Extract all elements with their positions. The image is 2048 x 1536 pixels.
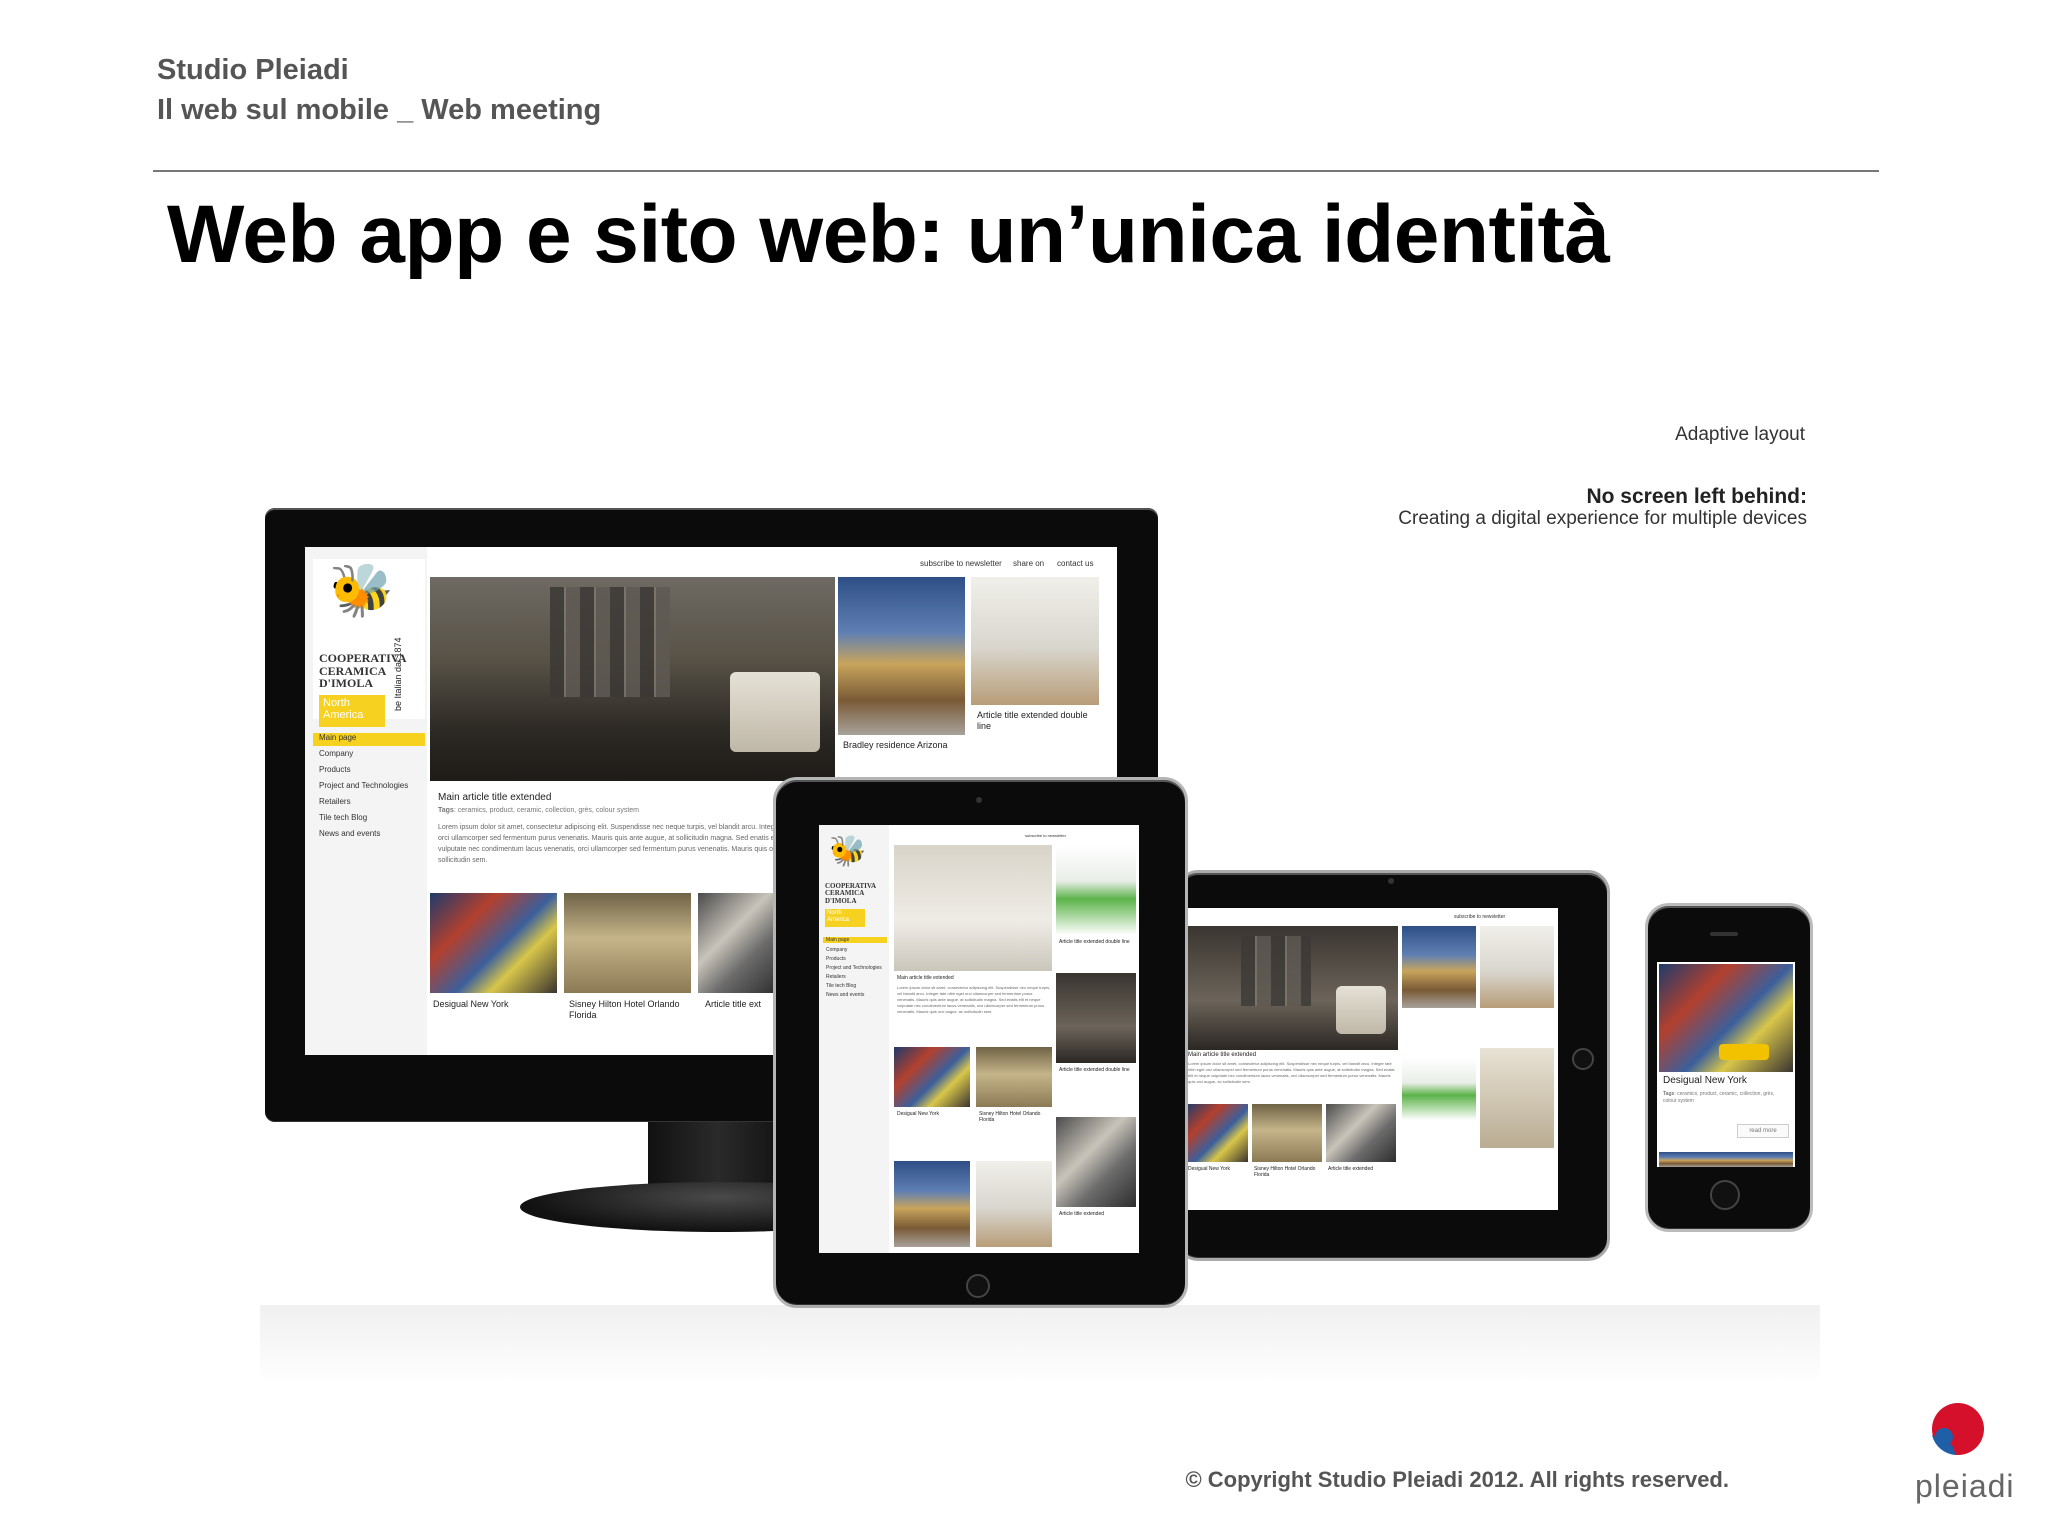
tagline-sub: Creating a digital experience for multip… (1398, 508, 1807, 529)
copyright-notice: © Copyright Studio Pleiadi 2012. All rig… (1185, 1467, 1729, 1492)
bee-icon: 🐝 (329, 562, 394, 620)
tl-city-photo[interactable] (1186, 1104, 1248, 1162)
nav-project-technologies[interactable]: Project and Technologies (319, 781, 408, 790)
kitchen-photo[interactable] (971, 577, 1099, 705)
slide-title: Web app e sito web: un’unica identità (167, 189, 1610, 280)
tablet-portrait-screen: 🐝 COOPERATIVA CERAMICA D'IMOLA North Americ… (819, 825, 1139, 1253)
nav-news-events[interactable]: News and events (319, 829, 380, 838)
tp-article-extended[interactable]: Article title extended (1059, 1211, 1104, 1217)
header-divider (153, 170, 1879, 172)
phone-speaker (1710, 932, 1738, 936)
phone-next-photo[interactable] (1659, 1152, 1793, 1167)
phone-tags: Tags: ceramics, product, ceramic, collec… (1663, 1091, 1775, 1104)
tp-nav-project[interactable]: Project and Technologies (826, 965, 882, 971)
tp-room-photo[interactable] (1056, 973, 1136, 1063)
tiles-caption[interactable]: Article title ext (705, 999, 761, 1009)
main-article-title[interactable]: Main article title extended (438, 792, 551, 803)
tp-main-photo[interactable] (894, 845, 1052, 971)
tiles-photo[interactable] (698, 893, 778, 993)
hilton-photo[interactable] (564, 893, 691, 993)
nav-tile-tech-blog[interactable]: Tile tech Blog (319, 813, 367, 822)
tp-lobby-photo[interactable] (976, 1047, 1052, 1107)
desigual-photo[interactable] (430, 893, 557, 993)
bradley-caption[interactable]: Bradley residence Arizona (843, 740, 963, 751)
tp-nav-retailers[interactable]: Retailers (826, 974, 846, 980)
tl-house-photo[interactable] (1402, 926, 1476, 1008)
bradley-photo[interactable] (838, 577, 965, 735)
nav-main-page[interactable]: Main page (313, 733, 425, 746)
tp-nav-blog[interactable]: Tile tech Blog (826, 983, 856, 989)
tablet-portrait-home-button[interactable] (966, 1274, 990, 1298)
nav-products[interactable]: Products (319, 765, 351, 774)
tp-topbar[interactable]: subscribe to newsletter (1025, 833, 1066, 838)
tl-main-title[interactable]: Main article title extended (1188, 1052, 1256, 1058)
nav-retailers[interactable]: Retailers (319, 797, 351, 806)
tl-beige-photo[interactable] (1480, 1048, 1554, 1148)
main-article-photo[interactable] (430, 577, 835, 781)
main-article-tags: Tags: ceramics, product, ceramic, collec… (438, 807, 640, 814)
tp-tiles-photo[interactable] (1056, 1117, 1136, 1207)
tl-kitchen-photo[interactable] (1480, 926, 1554, 1008)
phone-home-button[interactable] (1710, 1180, 1740, 1210)
tp-lorem: Lorem ipsum dolor sit amet, consectetur … (897, 985, 1051, 1014)
tablet-landscape-screen: subscribe to newsletter Main article tit… (1186, 908, 1558, 1210)
tp-kitchen-photo[interactable] (976, 1161, 1052, 1247)
topbar-newsletter-link[interactable]: subscribe to newsletter (920, 559, 1002, 568)
phone-desigual-caption[interactable]: Desigual New York (1663, 1075, 1747, 1086)
tagline-headline: No screen left behind: (1586, 485, 1807, 508)
tp-sidebar: 🐝 COOPERATIVA CERAMICA D'IMOLA North Americ… (819, 825, 889, 1253)
kitchen-caption[interactable]: Article title extended double line (977, 710, 1097, 732)
tl-main-photo[interactable] (1186, 926, 1398, 1050)
adaptive-layout-label: Adaptive layout (1675, 424, 1805, 445)
topbar-share-link[interactable]: share on (1013, 559, 1044, 568)
tp-article-double-2[interactable]: Article title extended double line (1059, 1067, 1135, 1073)
tp-nav-company[interactable]: Company (826, 947, 847, 953)
tp-nav-news[interactable]: News and events (826, 992, 864, 998)
tl-lobby-photo[interactable] (1252, 1104, 1322, 1162)
tp-nav-main-page[interactable]: Main page (823, 937, 887, 943)
tp-house-photo[interactable] (894, 1161, 970, 1247)
tl-topbar[interactable]: subscribe to newsletter (1454, 914, 1505, 920)
tl-tiles-photo[interactable] (1326, 1104, 1396, 1162)
pleiadi-logo-text: pleiadi (1915, 1468, 2015, 1504)
floor-reflection (260, 1305, 1820, 1385)
tp-hilton-caption[interactable]: Sisney Hilton Hotel Orlando Florida (979, 1111, 1049, 1123)
tl-hilton-caption[interactable]: Sisney Hilton Hotel Orlando Florida (1254, 1166, 1320, 1178)
tl-lorem: Lorem ipsum dolor sit amet, consectetur … (1188, 1061, 1395, 1084)
tp-bee-icon: 🐝 (829, 835, 867, 868)
vertical-tag: be Italian dal 1874 (393, 637, 403, 711)
hilton-caption[interactable]: Sisney Hilton Hotel Orlando Florida (569, 999, 689, 1021)
phone-screen: Desigual New York Tags: ceramics, produc… (1657, 962, 1795, 1167)
topbar-contact-link[interactable]: contact us (1057, 559, 1093, 568)
tp-article-double[interactable]: Article title extended double line (1059, 939, 1135, 945)
tl-article-caption[interactable]: Article title extended (1328, 1166, 1373, 1172)
tp-region-badge[interactable]: North America (825, 909, 865, 927)
tablet-portrait-camera (976, 797, 982, 803)
tl-desigual-caption[interactable]: Desigual New York (1188, 1166, 1230, 1172)
desigual-caption[interactable]: Desigual New York (433, 999, 509, 1009)
phone-city-photo[interactable] (1659, 964, 1793, 1072)
studio-name: Studio Pleiadi (157, 54, 349, 86)
site-sidebar: 🐝 COOPERATIVA CERAMICA D'IMOLA be Italia… (305, 547, 427, 1055)
tablet-landscape-home-button[interactable] (1572, 1048, 1594, 1070)
presentation-subtitle: Il web sul mobile _ Web meeting (157, 94, 602, 126)
nav-company[interactable]: Company (319, 749, 353, 758)
tl-green-photo[interactable] (1402, 1058, 1476, 1120)
site-logo-box: 🐝 COOPERATIVA CERAMICA D'IMOLA be Italia… (313, 559, 425, 727)
tp-city-photo[interactable] (894, 1047, 970, 1107)
phone-read-more-button[interactable]: read more (1737, 1124, 1789, 1138)
tp-main-title[interactable]: Main article title extended (897, 975, 954, 981)
region-badge[interactable]: North America (319, 695, 385, 727)
tp-green-photo[interactable] (1056, 845, 1136, 935)
tp-nav-products[interactable]: Products (826, 956, 846, 962)
tp-desigual-caption[interactable]: Desigual New York (897, 1111, 939, 1117)
tablet-landscape-camera (1388, 878, 1394, 884)
